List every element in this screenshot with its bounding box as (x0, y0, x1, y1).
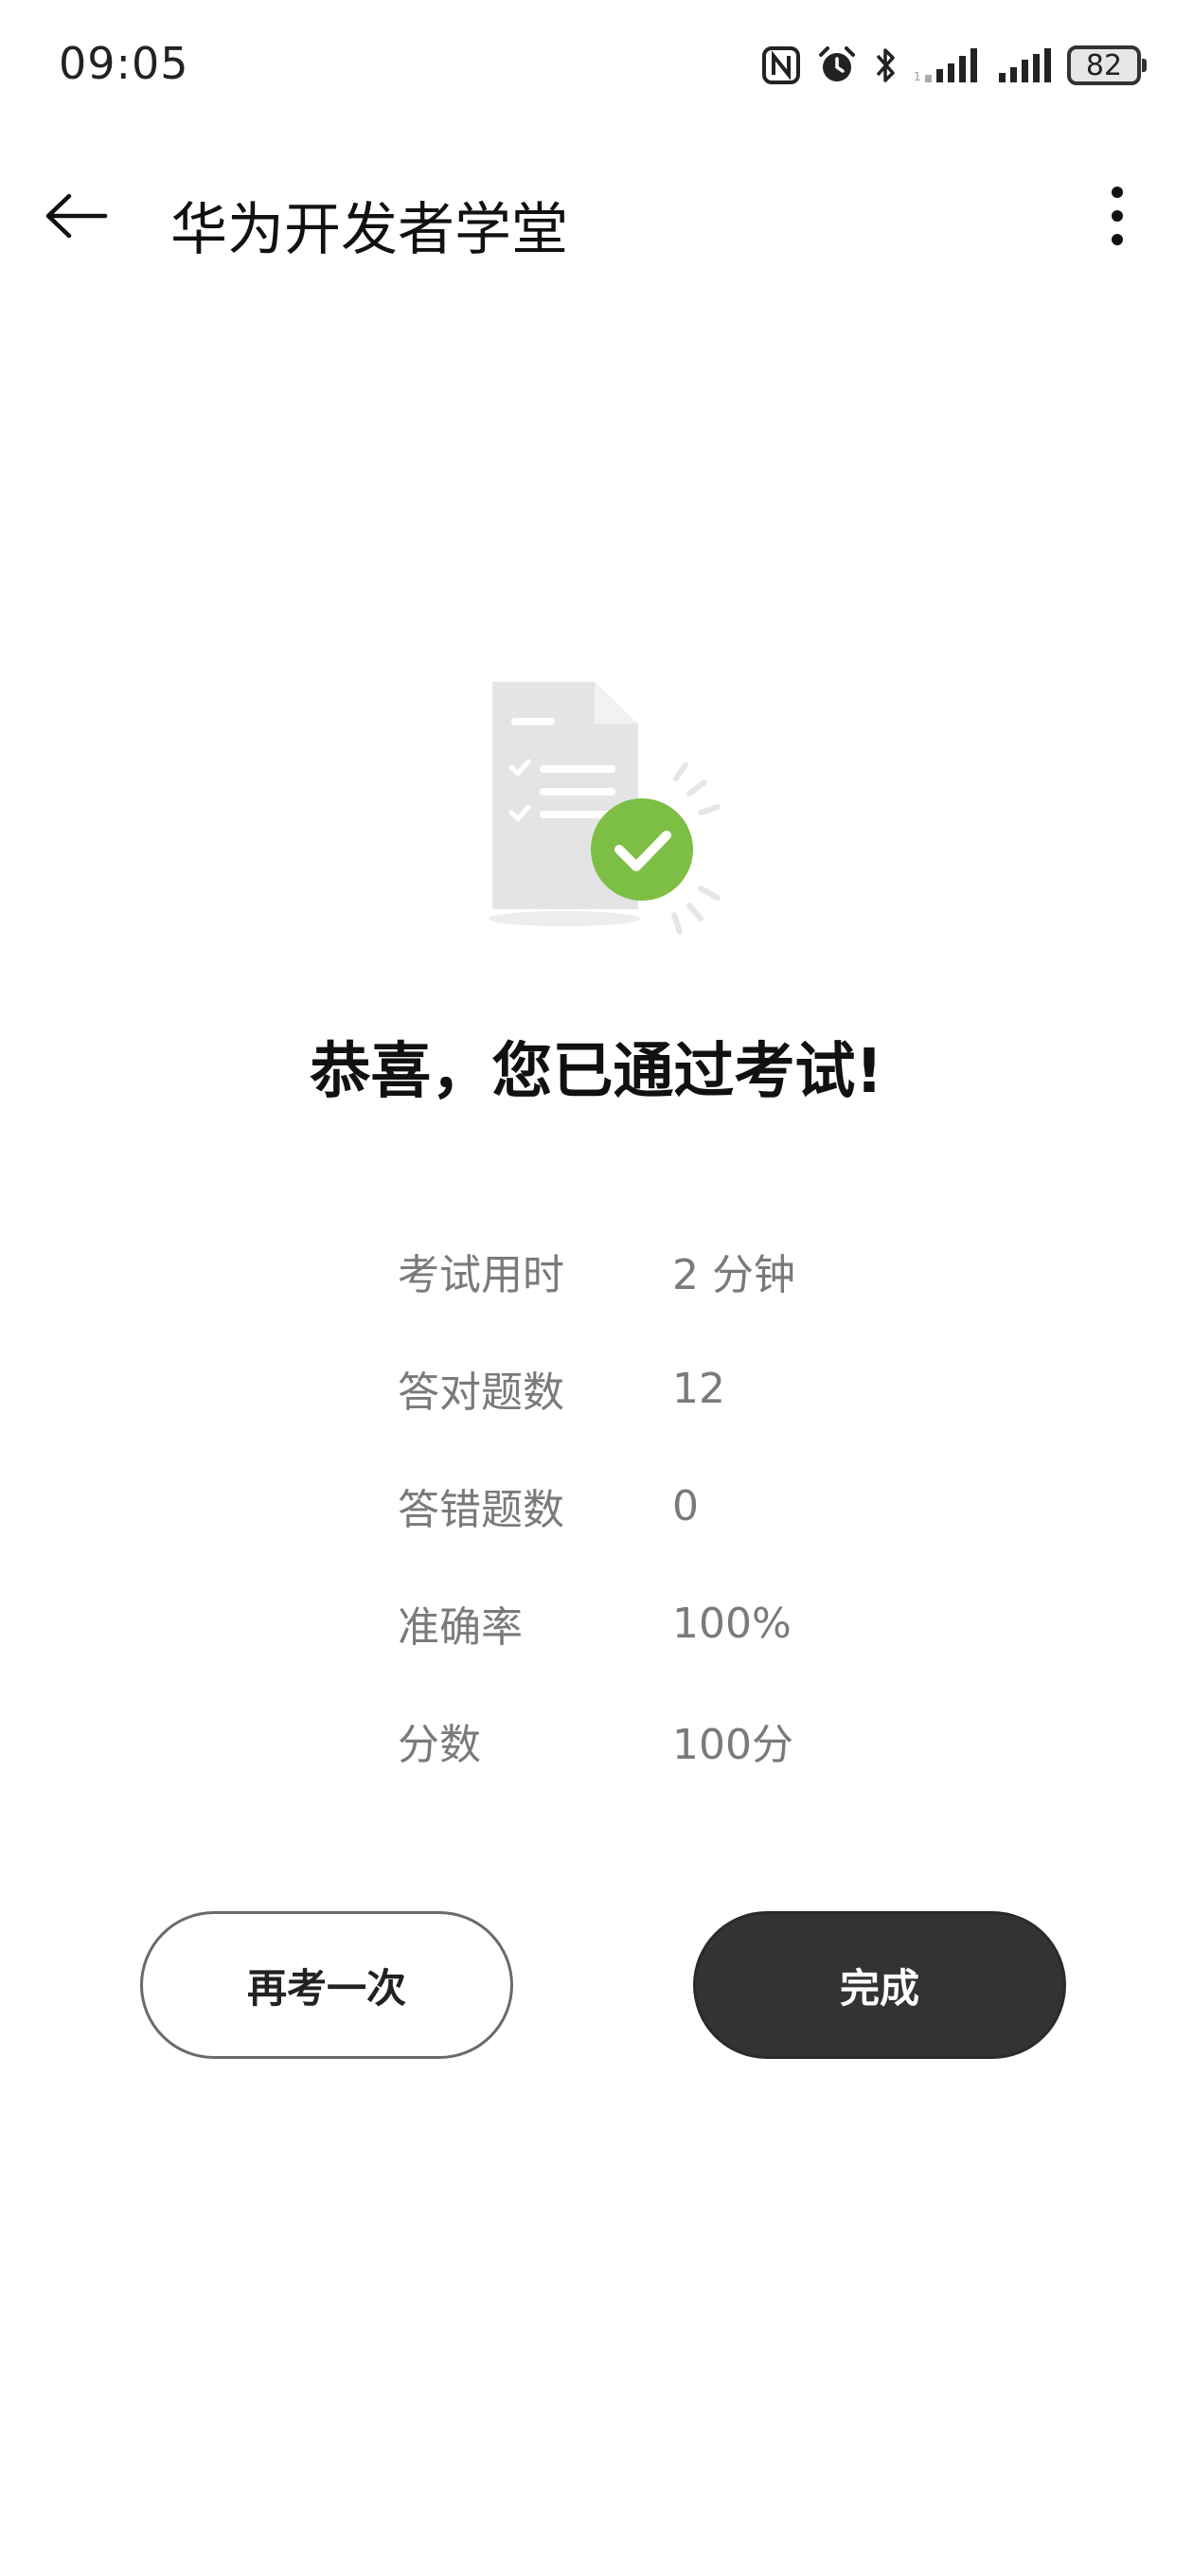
stat-label: 分数 (398, 1721, 481, 1769)
stat-value: 100分 (672, 1721, 793, 1769)
more-vert-icon (1110, 185, 1125, 251)
stat-label: 答错题数 (398, 1486, 564, 1534)
nfc-icon (760, 45, 802, 86)
exam-passed-illustration (470, 674, 735, 958)
stat-value: 2 分钟 (672, 1251, 795, 1299)
stat-value: 12 (672, 1364, 725, 1413)
bluetooth-icon (872, 45, 900, 86)
page-title: 华为开发者学堂 (170, 197, 568, 263)
stat-label: 答对题数 (398, 1368, 564, 1417)
signal-icon: 1 (914, 46, 984, 84)
stat-row-accuracy: 准确率 100% (398, 1565, 966, 1682)
back-arrow-icon (43, 192, 109, 243)
stat-row-duration: 考试用时 2 分钟 (398, 1212, 966, 1330)
stat-value: 0 (672, 1481, 699, 1530)
battery-indicator: 82 (1067, 45, 1147, 85)
stat-row-correct: 答对题数 12 (398, 1330, 966, 1447)
more-options-button[interactable] (1079, 180, 1155, 256)
stat-row-wrong: 答错题数 0 (398, 1447, 966, 1565)
done-button[interactable]: 完成 (693, 1911, 1066, 2059)
alarm-icon (815, 44, 859, 87)
status-bar: 09:05 1 82 (0, 0, 1193, 142)
svg-text:1: 1 (914, 70, 921, 83)
stat-row-score: 分数 100分 (398, 1682, 966, 1799)
result-headline: 恭喜，您已通过考试! (310, 1037, 883, 1107)
signal-icon (997, 46, 1054, 84)
stat-label: 考试用时 (398, 1251, 564, 1299)
retake-exam-button[interactable]: 再考一次 (140, 1911, 513, 2059)
status-time: 09:05 (59, 38, 189, 89)
stat-value: 100% (672, 1599, 792, 1648)
app-bar: 华为开发者学堂 (0, 142, 1193, 284)
exam-stats: 考试用时 2 分钟 答对题数 12 答错题数 0 准确率 100% 分数 100… (398, 1212, 966, 1799)
status-icons: 1 82 (760, 42, 1147, 89)
back-button[interactable] (38, 180, 114, 256)
stat-label: 准确率 (398, 1603, 523, 1652)
document-check-icon (489, 682, 721, 935)
